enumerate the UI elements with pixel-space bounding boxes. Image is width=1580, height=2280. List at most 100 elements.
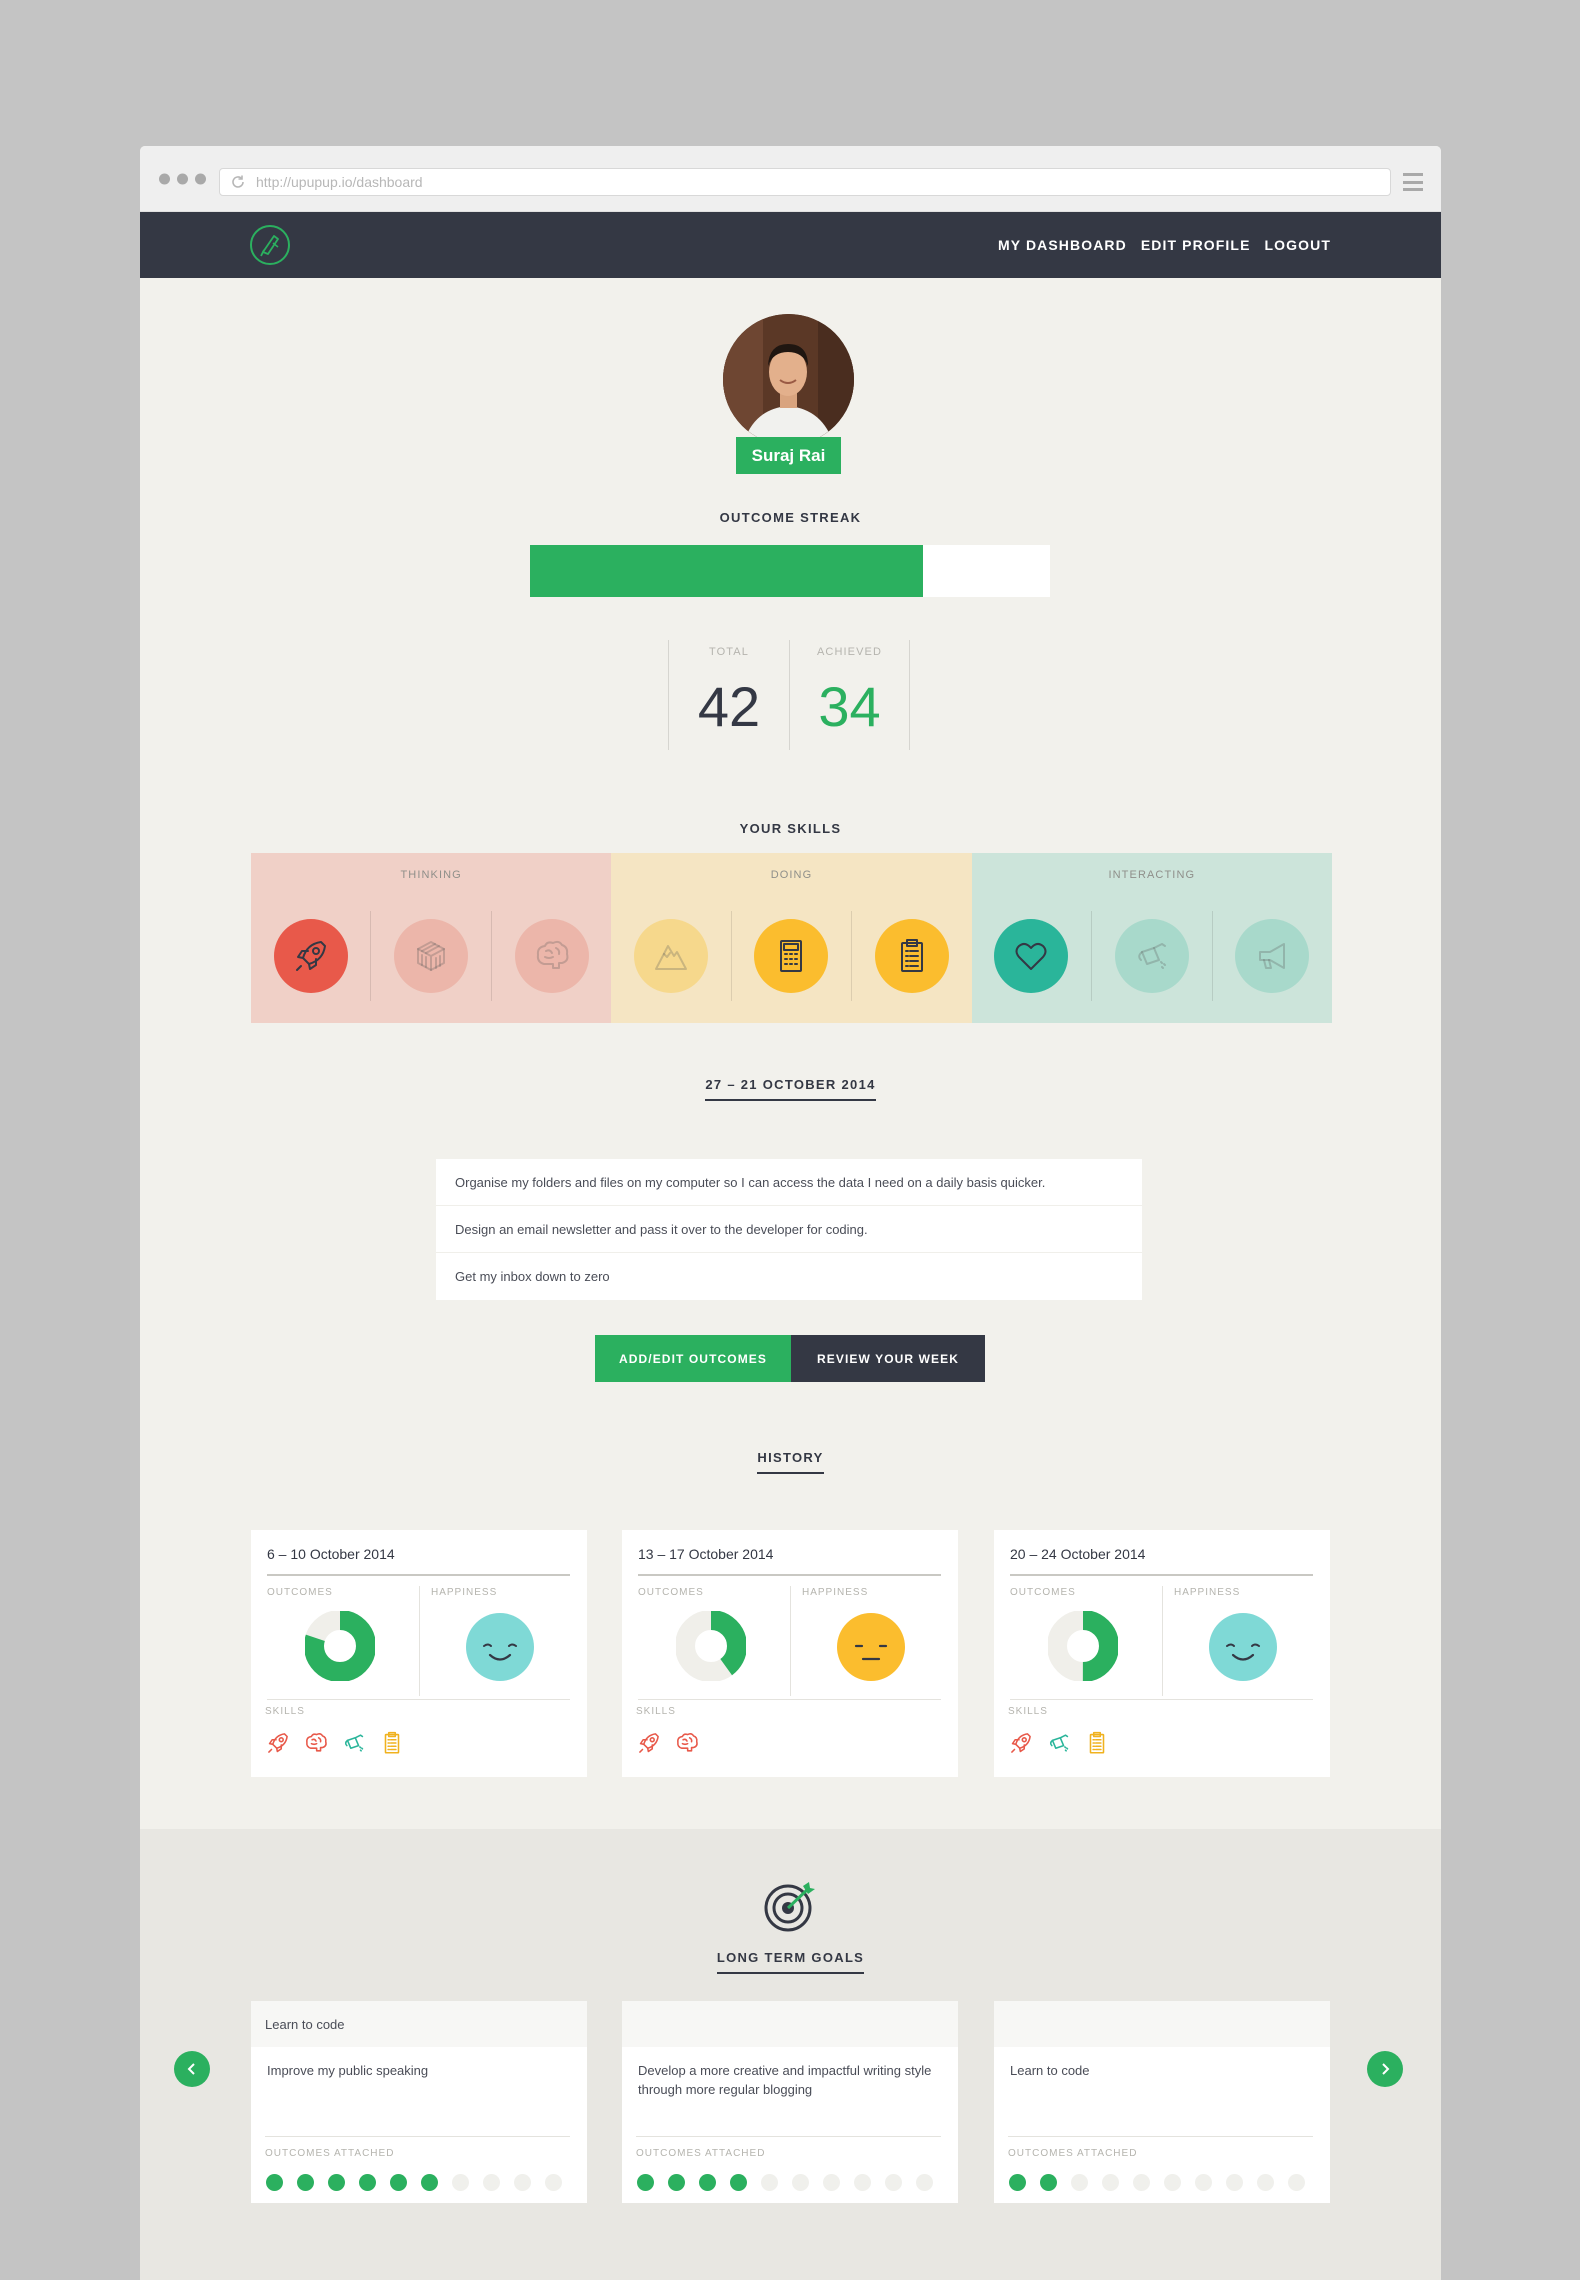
- outcome-dot: [514, 2174, 531, 2191]
- history-card-skills: [1008, 1730, 1110, 1756]
- window-minimize-dot[interactable]: [177, 173, 188, 185]
- happy-face-icon: [466, 1613, 534, 1681]
- reload-icon[interactable]: [230, 174, 246, 190]
- outcomes-donut-chart: [676, 1611, 746, 1681]
- clipboard-icon[interactable]: [874, 919, 949, 993]
- outcome-dot: [1071, 2174, 1088, 2191]
- outcome-dot: [1164, 2174, 1181, 2191]
- rocket-icon: [639, 1733, 659, 1753]
- skills-label: SKILLS: [636, 1706, 676, 1717]
- top-navbar: MY DASHBOARD EDIT PROFILE LOGOUT: [140, 212, 1441, 278]
- outcomes-attached-dots: [637, 2174, 933, 2191]
- outcome-dot: [266, 2174, 283, 2191]
- watering-can-icon: [1049, 1734, 1069, 1752]
- outcomes-donut-chart: [305, 1611, 375, 1681]
- streak-progress-fill: [530, 545, 923, 597]
- rocket-icon: [268, 1733, 288, 1753]
- outcomes-label: OUTCOMES: [638, 1587, 704, 1598]
- nav-links: MY DASHBOARD EDIT PROFILE LOGOUT: [998, 212, 1331, 278]
- divider: [638, 1699, 941, 1700]
- avatar[interactable]: [723, 314, 854, 445]
- history-title: HISTORY: [140, 1450, 1441, 1474]
- outcome-dot: [1288, 2174, 1305, 2191]
- outcome-dot: [359, 2174, 376, 2191]
- outcomes-attached-label: OUTCOMES ATTACHED: [265, 2148, 395, 2159]
- mountain-icon[interactable]: [634, 919, 709, 993]
- list-item[interactable]: Organise my folders and files on my comp…: [436, 1159, 1142, 1206]
- outcome-dot: [452, 2174, 469, 2191]
- outcomes-label: OUTCOMES: [267, 1587, 333, 1598]
- skills-label: SKILLS: [265, 1706, 305, 1717]
- outcome-dot: [637, 2174, 654, 2191]
- cube-icon[interactable]: [394, 919, 469, 993]
- goal-card[interactable]: Learn to code OUTCOMES ATTACHED: [994, 2001, 1330, 2203]
- goal-card[interactable]: Learn to code Improve my public speaking…: [251, 2001, 587, 2203]
- skills-panel: THINKING DOING INTERACTING: [251, 853, 1332, 1023]
- add-edit-outcomes-button[interactable]: ADD/EDIT OUTCOMES: [595, 1335, 791, 1382]
- window-close-dot[interactable]: [159, 173, 170, 185]
- nav-logout[interactable]: LOGOUT: [1265, 237, 1331, 253]
- divider: [1162, 1586, 1163, 1696]
- outcome-dot: [823, 2174, 840, 2191]
- stat-achieved: ACHIEVED 34: [789, 640, 910, 750]
- history-card-range: 6 – 10 October 2014: [267, 1546, 395, 1562]
- stat-achieved-value: 34: [818, 675, 881, 738]
- outcomes-label: OUTCOMES: [1010, 1587, 1076, 1598]
- outcome-dot: [699, 2174, 716, 2191]
- outcome-dot: [1009, 2174, 1026, 2191]
- watering-can-icon[interactable]: [1114, 919, 1189, 993]
- long-term-goals-title: LONG TERM GOALS: [140, 1950, 1441, 1974]
- outcome-dot: [297, 2174, 314, 2191]
- goals-next-button[interactable]: [1367, 2051, 1403, 2087]
- megaphone-icon[interactable]: [1235, 919, 1310, 993]
- nav-edit-profile[interactable]: EDIT PROFILE: [1141, 237, 1251, 253]
- happiness-label: HAPPINESS: [802, 1587, 869, 1598]
- url-text: http://upupup.io/dashboard: [256, 174, 423, 190]
- history-card[interactable]: 20 – 24 October 2014 OUTCOMES HAPPINESS …: [994, 1530, 1330, 1777]
- list-item[interactable]: Design an email newsletter and pass it o…: [436, 1206, 1142, 1253]
- outcomes-attached-label: OUTCOMES ATTACHED: [1008, 2148, 1138, 2159]
- clipboard-icon: [1089, 1731, 1105, 1754]
- goal-card-header: Learn to code: [251, 2001, 587, 2047]
- outcomes-attached-dots: [1009, 2174, 1305, 2191]
- chevron-left-icon: [187, 2063, 195, 2075]
- week-range: 27 – 21 OCTOBER 2014: [705, 1077, 876, 1101]
- goal-card[interactable]: Develop a more creative and impactful wr…: [622, 2001, 958, 2203]
- history-card-skills: [636, 1730, 700, 1756]
- outcomes-attached-label: OUTCOMES ATTACHED: [636, 2148, 766, 2159]
- skill-group-thinking: THINKING: [251, 853, 612, 1023]
- list-item[interactable]: Get my inbox down to zero: [436, 1253, 1142, 1300]
- outcome-dot: [1257, 2174, 1274, 2191]
- rocket-icon: [1011, 1733, 1031, 1753]
- review-week-button[interactable]: REVIEW YOUR WEEK: [791, 1335, 985, 1382]
- heart-icon[interactable]: [994, 919, 1069, 993]
- happy-face-icon: [1209, 1613, 1277, 1681]
- browser-chrome: http://upupup.io/dashboard: [140, 146, 1441, 212]
- history-card[interactable]: 6 – 10 October 2014 OUTCOMES HAPPINESS S…: [251, 1530, 587, 1777]
- nav-my-dashboard[interactable]: MY DASHBOARD: [998, 237, 1127, 253]
- address-bar[interactable]: http://upupup.io/dashboard: [219, 168, 1391, 196]
- skills-label: SKILLS: [1008, 1706, 1048, 1717]
- window-maximize-dot[interactable]: [195, 173, 206, 185]
- divider: [636, 2136, 941, 2137]
- divider: [790, 1586, 791, 1696]
- calculator-icon[interactable]: [754, 919, 829, 993]
- stats-panel: TOTAL 42 ACHIEVED 34: [668, 640, 910, 750]
- goal-card-text: Learn to code: [1010, 2063, 1090, 2078]
- outcome-dot: [1133, 2174, 1150, 2191]
- outcome-dot: [328, 2174, 345, 2191]
- skill-group-interacting: INTERACTING: [971, 853, 1332, 1023]
- brain-icon[interactable]: [514, 919, 589, 993]
- outcomes-attached-dots: [266, 2174, 562, 2191]
- logo-icon[interactable]: [248, 223, 292, 267]
- rocket-icon[interactable]: [273, 919, 348, 993]
- history-card[interactable]: 13 – 17 October 2014 OUTCOMES HAPPINESS …: [622, 1530, 958, 1777]
- goal-card-text: Improve my public speaking: [267, 2063, 429, 2078]
- outcome-streak-title: OUTCOME STREAK: [719, 510, 862, 525]
- history-heading: HISTORY: [757, 1450, 824, 1474]
- browser-menu-icon[interactable]: [1403, 173, 1423, 191]
- outcome-dot: [761, 2174, 778, 2191]
- skill-group-label: DOING: [770, 869, 813, 881]
- goals-prev-button[interactable]: [174, 2051, 210, 2087]
- watering-can-icon: [344, 1734, 364, 1752]
